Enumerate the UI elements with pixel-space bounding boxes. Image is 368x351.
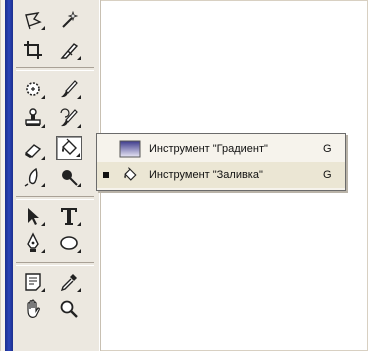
dodge-tool[interactable] <box>56 165 82 189</box>
history-brush-tool[interactable] <box>56 106 82 130</box>
crop-tool[interactable] <box>20 38 46 62</box>
crop-icon <box>24 41 42 59</box>
ellipse-tool[interactable] <box>56 231 82 255</box>
path-selection-tool[interactable] <box>20 204 46 228</box>
notes-tool[interactable] <box>20 270 46 294</box>
slice-tool[interactable] <box>56 38 82 62</box>
paint-bucket-tool[interactable] <box>56 136 82 160</box>
zoom-icon <box>60 300 78 318</box>
toolbox-title-bar[interactable] <box>5 0 13 351</box>
toolbox-separator <box>16 196 94 200</box>
shortcut-key: G <box>323 169 332 181</box>
selected-bullet-icon <box>103 172 109 178</box>
magic-wand-icon <box>62 10 79 28</box>
type-tool[interactable] <box>56 204 82 228</box>
hand-tool[interactable] <box>20 297 46 321</box>
magic-wand-tool[interactable] <box>56 8 82 32</box>
menu-item-gradient-tool[interactable]: Инструмент "Градиент" G <box>97 136 345 162</box>
blur-tool[interactable] <box>20 165 46 189</box>
eraser-tool[interactable] <box>20 138 46 162</box>
toolbox-separator <box>16 262 94 266</box>
menu-item-label: Инструмент "Градиент" <box>149 143 268 155</box>
healing-brush-tool[interactable] <box>20 77 46 101</box>
pen-tool[interactable] <box>20 231 46 255</box>
eyedropper-tool[interactable] <box>56 270 82 294</box>
lasso-tool[interactable] <box>20 8 46 32</box>
brush-tool[interactable] <box>56 77 82 101</box>
menu-item-label: Инструмент "Заливка" <box>149 169 263 181</box>
tool-flyout-menu: Инструмент "Градиент" G Инструмент "Зали… <box>96 133 346 191</box>
menu-item-paint-bucket-tool[interactable]: Инструмент "Заливка" G <box>97 162 345 188</box>
paint-bucket-icon <box>119 166 141 184</box>
zoom-tool[interactable] <box>56 297 82 321</box>
clone-stamp-tool[interactable] <box>20 106 46 130</box>
gradient-icon <box>119 140 141 158</box>
shortcut-key: G <box>323 143 332 155</box>
toolbox-separator <box>16 67 94 71</box>
hand-icon <box>27 299 40 318</box>
